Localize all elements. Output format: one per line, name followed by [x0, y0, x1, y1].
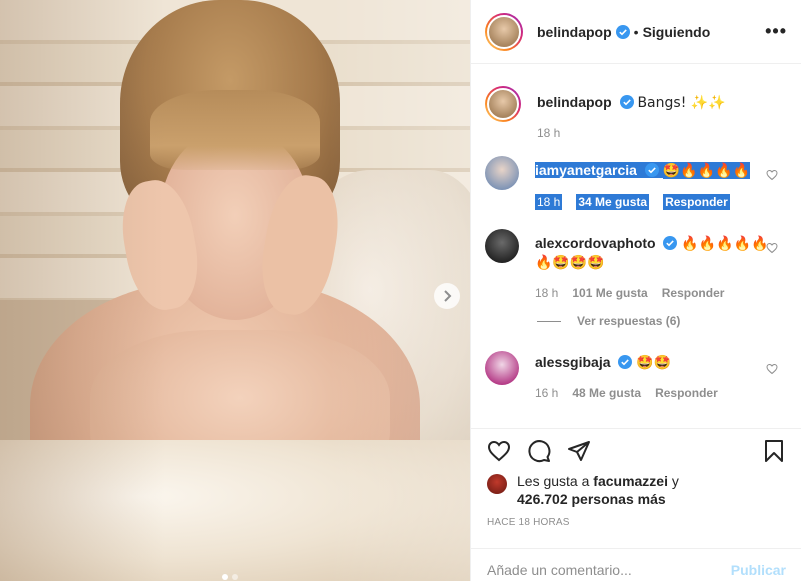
caption-row: belindapop Bangs! ✨✨ 18 h — [471, 86, 801, 140]
comment-time[interactable]: 18 h — [535, 286, 558, 300]
post-header: belindapop • Siguiendo ••• — [471, 0, 801, 64]
comment-username[interactable]: iamyanetgarcia — [535, 162, 637, 178]
comment-avatar[interactable] — [485, 156, 519, 190]
comment-username[interactable]: alexcordovaphoto — [535, 235, 656, 251]
like-heart-icon[interactable] — [487, 439, 511, 463]
publish-button[interactable]: Publicar — [731, 562, 786, 578]
verified-icon — [644, 163, 659, 177]
likes-prefix: Les gusta a — [517, 473, 590, 489]
caption-avatar[interactable] — [485, 86, 521, 122]
header-separator: • — [633, 23, 639, 40]
add-comment-bar: Publicar — [471, 548, 801, 581]
comment-input[interactable] — [487, 562, 731, 578]
verified-icon — [615, 24, 630, 39]
verified-icon — [619, 95, 634, 109]
chevron-right-icon — [444, 290, 452, 302]
caption-username[interactable]: belindapop — [537, 94, 612, 110]
comment-like-icon[interactable] — [766, 242, 778, 254]
post-photo — [0, 0, 470, 581]
comment-avatar[interactable] — [485, 229, 519, 263]
comment-likes[interactable]: 34 Me gusta — [576, 194, 650, 210]
carousel-dots — [222, 574, 238, 580]
comment-row: alexcordovaphoto 🔥🔥🔥🔥🔥 🔥🤩🤩🤩 18 h 101 Me … — [471, 229, 801, 300]
post-panel: belindapop • Siguiendo ••• belindapop Ba… — [470, 0, 801, 581]
post-timestamp[interactable]: HACE 18 HORAS — [487, 517, 570, 528]
likes-connector: y — [671, 473, 679, 489]
liker-username[interactable]: facumazzei — [593, 473, 668, 489]
action-bar — [471, 428, 801, 468]
author-username[interactable]: belindapop — [537, 24, 612, 40]
author-avatar[interactable] — [485, 12, 523, 51]
likes-summary: Les gusta a facumazzei y 426.702 persona… — [487, 472, 679, 508]
comment-likes[interactable]: 48 Me gusta — [572, 386, 641, 400]
comment-avatar[interactable] — [485, 351, 519, 385]
comment-username[interactable]: alessgibaja — [535, 354, 611, 370]
comment-row: iamyanetgarcia 🤩🔥🔥🔥🔥 18 h 34 Me gusta Re… — [471, 156, 801, 210]
likes-count-link[interactable]: 426.702 personas más — [517, 491, 666, 507]
more-options-icon[interactable]: ••• — [765, 21, 787, 42]
share-send-icon[interactable] — [567, 439, 591, 463]
comment-text-line2: 🔥🤩🤩🤩 — [535, 255, 605, 271]
comment-likes[interactable]: 101 Me gusta — [572, 286, 647, 300]
comment-like-icon[interactable] — [766, 363, 778, 375]
comments-list: belindapop Bangs! ✨✨ 18 h iamyanetgarcia… — [471, 72, 801, 428]
caption-text: Bangs! ✨✨ — [637, 95, 726, 111]
verified-icon — [618, 355, 633, 369]
liker-avatar[interactable] — [487, 474, 507, 494]
replies-line — [537, 320, 561, 322]
carousel-next-button[interactable] — [434, 283, 460, 309]
comment-text: 🔥🔥🔥🔥🔥 — [681, 236, 769, 252]
bookmark-icon[interactable] — [762, 439, 786, 463]
verified-icon — [663, 236, 678, 250]
comment-time[interactable]: 18 h — [535, 194, 563, 210]
comment-bubble-icon[interactable] — [527, 439, 551, 463]
carousel-dot-active — [222, 574, 228, 580]
comment-row: alessgibaja 🤩🤩 16 h 48 Me gusta Responde… — [471, 351, 801, 400]
reply-button[interactable]: Responder — [663, 194, 730, 210]
reply-button[interactable]: Responder — [655, 386, 718, 400]
reply-button[interactable]: Responder — [662, 286, 725, 300]
view-replies-button[interactable]: Ver respuestas (6) — [537, 314, 680, 328]
comment-like-icon[interactable] — [766, 169, 778, 181]
photo-shade — [0, 0, 470, 581]
comment-time[interactable]: 16 h — [535, 386, 558, 400]
comment-text: 🤩🤩 — [636, 355, 672, 371]
view-replies-label: Ver respuestas (6) — [577, 314, 681, 328]
following-button[interactable]: Siguiendo — [643, 24, 711, 40]
carousel-dot — [232, 574, 238, 580]
caption-time[interactable]: 18 h — [537, 126, 560, 140]
comment-text: 🤩🔥🔥🔥🔥 — [662, 163, 750, 179]
